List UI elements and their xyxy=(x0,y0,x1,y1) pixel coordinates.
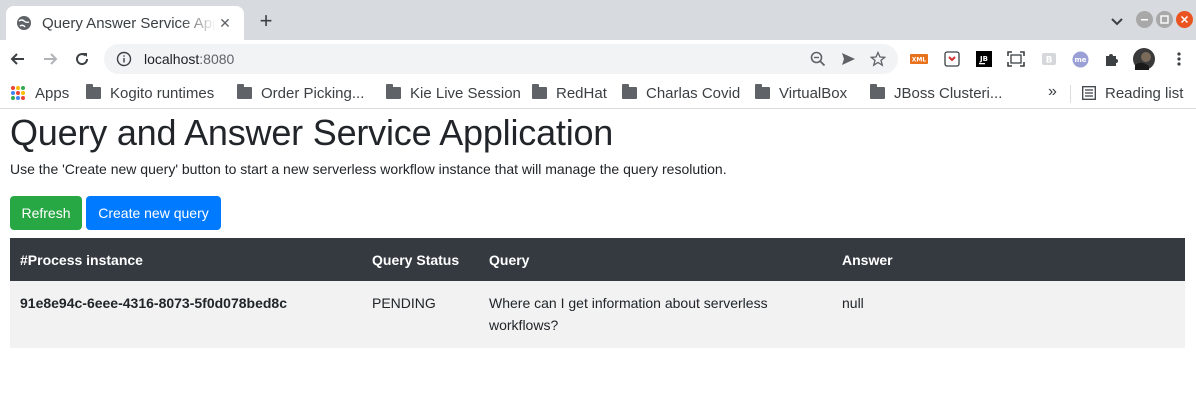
reading-list-label: Reading list xyxy=(1105,84,1184,102)
column-header-query-status: Query Status xyxy=(362,238,479,281)
bookmark-charlas-covid[interactable]: Charlas Covid xyxy=(622,83,740,103)
page-content: Query and Answer Service Application Use… xyxy=(0,110,1196,400)
browser-toolbar: localhost:8080 XML JB B me xyxy=(0,40,1196,78)
reading-list-button[interactable]: Reading list xyxy=(1082,83,1183,103)
menu-kebab-icon[interactable] xyxy=(1170,50,1188,68)
avatar[interactable] xyxy=(1133,48,1155,70)
bookmarks-bar: Apps Kogito runtimes Order Picking... Ki… xyxy=(0,78,1196,109)
reading-list-icon xyxy=(1082,86,1096,100)
tab-search-icon[interactable] xyxy=(1108,12,1126,30)
jb-extension-icon[interactable]: JB xyxy=(975,50,993,68)
url-text[interactable]: localhost:8080 xyxy=(144,51,234,67)
bookmark-kie-live-session[interactable]: Kie Live Session xyxy=(386,83,521,103)
create-new-query-button[interactable]: Create new query xyxy=(86,196,221,230)
maximize-window-button[interactable] xyxy=(1156,11,1173,28)
bookmark-label: Order Picking... xyxy=(261,84,365,102)
bookmark-label: Kogito runtimes xyxy=(110,84,215,102)
column-header-process-instance: #Process instance xyxy=(10,238,362,281)
apps-grid-icon xyxy=(11,86,25,100)
bookmark-kogito-runtimes[interactable]: Kogito runtimes xyxy=(86,83,214,103)
folder-icon xyxy=(86,84,101,99)
browser-tab[interactable]: Query Answer Service App ✕ xyxy=(6,6,244,40)
back-button[interactable] xyxy=(8,49,28,69)
forward-button[interactable] xyxy=(40,49,60,69)
xml-extension-label: XML xyxy=(912,57,927,64)
folder-icon xyxy=(386,84,401,99)
folder-icon xyxy=(755,84,770,99)
reload-button[interactable] xyxy=(72,49,92,69)
send-icon[interactable] xyxy=(840,51,856,67)
bookmark-label: Apps xyxy=(35,84,70,102)
query-cell: Where can I get information about server… xyxy=(479,281,832,348)
jb-extension-label: JB xyxy=(979,55,988,63)
me-extension-label: me xyxy=(1074,56,1086,64)
screenshot-extension-icon[interactable] xyxy=(1007,50,1025,68)
url-host: localhost xyxy=(144,51,200,67)
folder-icon xyxy=(870,84,885,99)
new-tab-button[interactable]: + xyxy=(254,10,278,34)
bookmark-label: Charlas Covid xyxy=(646,84,741,102)
xml-extension-icon[interactable]: XML xyxy=(910,50,928,68)
table-row: 91e8e94c-6eee-4316-8073-5f0d078bed8c PEN… xyxy=(10,281,1185,348)
bookmark-label: VirtualBox xyxy=(779,84,848,102)
zoom-icon[interactable] xyxy=(810,51,826,67)
folder-icon xyxy=(237,84,252,99)
b-extension-icon[interactable]: B xyxy=(1040,50,1058,68)
bookmark-order-picking[interactable]: Order Picking... xyxy=(237,83,364,103)
me-extension-icon[interactable]: me xyxy=(1071,50,1089,68)
query-status-cell: PENDING xyxy=(362,281,479,348)
bookmark-label: Kie Live Session xyxy=(410,84,521,102)
folder-icon xyxy=(622,84,637,99)
bookmark-label: JBoss Clusteri... xyxy=(894,84,1003,102)
bookmark-jboss-clustering[interactable]: JBoss Clusteri... xyxy=(870,83,1002,103)
page-description: Use the 'Create new query' button to sta… xyxy=(10,161,727,177)
bookmarks-overflow-button[interactable]: » xyxy=(1048,83,1057,101)
answer-cell: null xyxy=(832,281,1185,348)
globe-icon xyxy=(16,15,32,31)
minimize-window-button[interactable] xyxy=(1136,11,1153,28)
bookmark-label: RedHat xyxy=(556,84,607,102)
url-port: :8080 xyxy=(199,51,235,67)
close-tab-icon[interactable]: ✕ xyxy=(216,14,234,32)
bookmark-virtualbox[interactable]: VirtualBox xyxy=(755,83,847,103)
bookmark-apps[interactable]: Apps xyxy=(11,83,69,103)
query-table: #Process instance Query Status Query Ans… xyxy=(10,238,1185,348)
folder-icon xyxy=(532,84,547,99)
svg-text:B: B xyxy=(1046,56,1053,66)
tab-strip: Query Answer Service App ✕ + xyxy=(0,0,1196,40)
process-instance-cell: 91e8e94c-6eee-4316-8073-5f0d078bed8c xyxy=(10,281,362,348)
bookmark-redhat[interactable]: RedHat xyxy=(532,83,607,103)
pocket-extension-icon[interactable] xyxy=(943,50,961,68)
column-header-query: Query xyxy=(479,238,832,281)
info-icon[interactable] xyxy=(116,51,132,67)
tab-title: Query Answer Service App xyxy=(42,14,216,32)
page-title: Query and Answer Service Application xyxy=(10,112,614,153)
close-window-button[interactable] xyxy=(1176,11,1193,28)
address-bar[interactable]: localhost:8080 xyxy=(104,44,898,74)
bookmarks-divider xyxy=(1070,85,1071,103)
column-header-answer: Answer xyxy=(832,238,1185,281)
refresh-button[interactable]: Refresh xyxy=(10,196,82,230)
bookmark-star-icon[interactable] xyxy=(870,51,886,67)
table-header-row: #Process instance Query Status Query Ans… xyxy=(10,238,1185,281)
puzzle-extensions-icon[interactable] xyxy=(1103,50,1121,68)
